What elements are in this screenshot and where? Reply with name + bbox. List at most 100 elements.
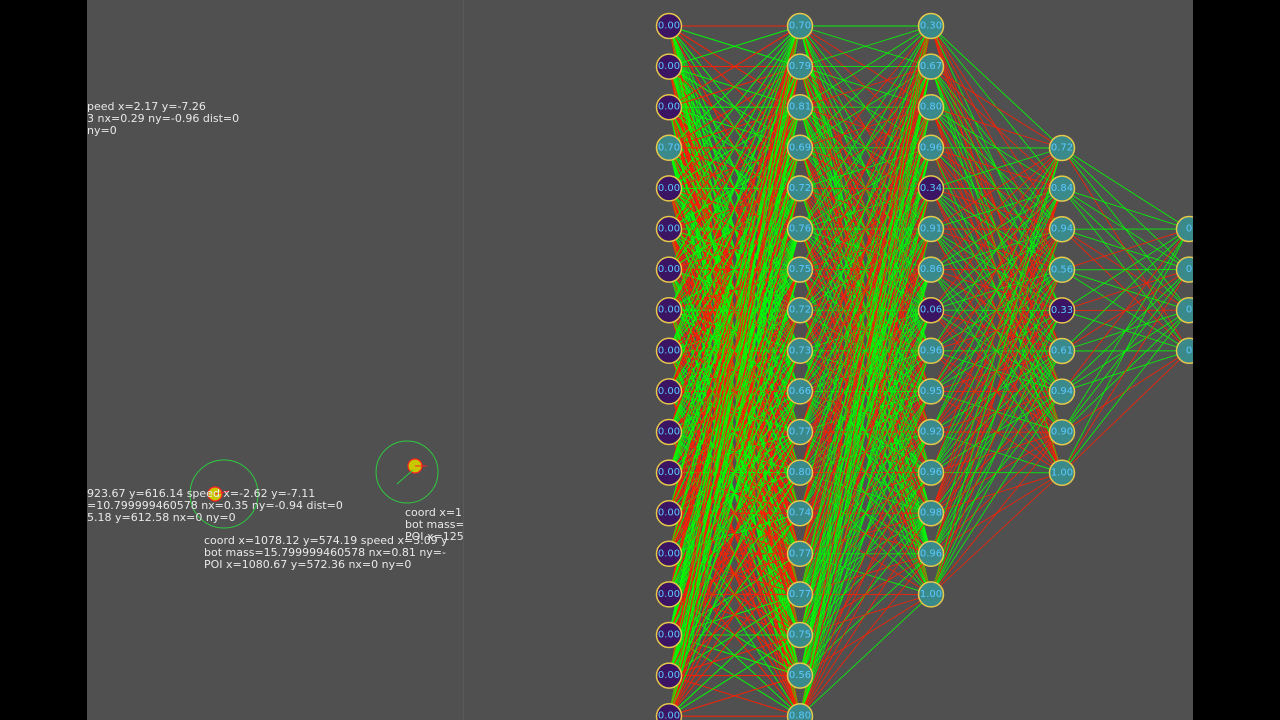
- neuron-value: 0.81: [789, 102, 811, 113]
- neuron-node: 1.00: [917, 581, 945, 608]
- neuron-value: 0.00: [658, 670, 680, 681]
- neuron-node: 0.70: [655, 134, 683, 162]
- neuron-node: 0.98: [917, 499, 945, 527]
- neuron-value: 0.86: [920, 264, 942, 275]
- neuron-value: 0: [1186, 264, 1192, 275]
- bot-info-line: ny=0: [87, 124, 117, 137]
- negative-weight-line: [930, 66, 1063, 149]
- bot-info-line: 923.67 y=616.14 speed x=-2.62 y=-7.11: [87, 487, 316, 500]
- neuron-node: 0.94: [1048, 378, 1076, 405]
- neuron-node: 0.00: [655, 499, 683, 527]
- neuron-node: 0.72: [786, 175, 814, 202]
- neuron-value: 0.00: [658, 711, 680, 720]
- neuron-value: 0.90: [1051, 427, 1073, 438]
- neuron-value: 0.96: [920, 467, 942, 478]
- neuron-value: 0.00: [658, 102, 680, 113]
- layer-hidden2: 0.30 0.67 0.80 0.96 0.34 0.91 0.86 0.06 0.96 0.95…: [917, 12, 945, 608]
- neuron-value: 0.00: [658, 305, 680, 316]
- neuron-node: 0: [1175, 296, 1193, 324]
- neuron-node: 1.00: [1048, 459, 1076, 487]
- weight-connections: [668, 25, 1190, 717]
- neuron-value: 0.79: [789, 61, 811, 72]
- neuron-node: 0.00: [655, 662, 683, 689]
- neuron-value: 1.00: [920, 589, 942, 600]
- neuron-value: 0.77: [789, 548, 811, 559]
- neuron-node: 0.66: [786, 378, 814, 405]
- negative-weight-line: [1061, 350, 1190, 474]
- neuron-value: 0.72: [789, 183, 811, 194]
- neuron-node: 0.96: [917, 134, 945, 162]
- neuron-node: 0.00: [655, 215, 683, 243]
- positive-weight-line: [1061, 228, 1190, 433]
- bot-info-line: 5.18 y=612.58 nx=0 ny=0: [87, 511, 236, 524]
- neuron-node: 0.76: [786, 215, 814, 243]
- bot-info-line: bot mass=: [405, 518, 463, 531]
- neuron-value: 0.80: [789, 467, 811, 478]
- bot-info-line: 3 nx=0.29 ny=-0.96 dist=0: [87, 112, 240, 125]
- neuron-node: 0.79: [786, 53, 814, 80]
- neuron-node: 0.33: [1048, 297, 1076, 324]
- neuron-node: 0.81: [786, 93, 814, 121]
- neuron-node: 0.00: [655, 540, 683, 568]
- neuron-value: 0.00: [658, 630, 680, 641]
- neuron-node: 0.75: [786, 621, 814, 649]
- neuron-node: 0.86: [917, 256, 945, 283]
- neuron-node: 0.90: [1048, 418, 1076, 446]
- neuron-value: 0.00: [658, 589, 680, 600]
- neuron-value: 0.70: [658, 142, 680, 153]
- positive-weight-line: [1061, 188, 1190, 230]
- neuron-value: 0.94: [1051, 386, 1073, 397]
- neuron-value: 0.94: [1051, 224, 1073, 235]
- neuron-node: 0.72: [1048, 134, 1076, 162]
- neuron-value: 0.00: [658, 386, 680, 397]
- neuron-node: 0.56: [1048, 256, 1076, 284]
- neuron-node: 0.00: [655, 53, 683, 80]
- neuron-node: 0.34: [917, 175, 945, 202]
- neuron-value: 0.80: [920, 102, 942, 113]
- neuron-node: 0.92: [917, 418, 945, 446]
- bot-info-line: =10.799999460578 nx=0.35 ny=-0.94 dist=0: [87, 499, 343, 512]
- neuron-value: 0.69: [789, 142, 811, 153]
- neuron-node: 0: [1175, 215, 1193, 243]
- neuron-node: 0.56: [786, 662, 814, 689]
- neuron-value: 0.76: [789, 224, 811, 235]
- neuron-value: 0.00: [658, 427, 680, 438]
- neuron-node: 0.00: [655, 256, 683, 283]
- neuron-value: 0.33: [1051, 305, 1073, 316]
- neuron-value: 0.00: [658, 508, 680, 519]
- neuron-value: 0.72: [789, 305, 811, 316]
- neuron-value: 0.74: [789, 508, 811, 519]
- neuron-value: 0.70: [789, 21, 811, 32]
- neuron-value: 0.66: [789, 386, 811, 397]
- negative-weight-line: [1061, 269, 1190, 474]
- neuron-value: 0.98: [920, 508, 942, 519]
- neuron-value: 0.00: [658, 264, 680, 275]
- positive-weight-line: [1061, 309, 1190, 474]
- positive-weight-line: [930, 310, 1063, 595]
- neuron-value: 0.96: [920, 142, 942, 153]
- neuron-value: 0.72: [1051, 143, 1073, 154]
- neuron-node: 0.96: [917, 540, 945, 568]
- neuron-value: 0.00: [658, 345, 680, 356]
- bot-info-line: bot mass=15.799999460578 nx=0.81 ny=-: [204, 546, 446, 559]
- neuron-node: 0.75: [786, 256, 814, 283]
- neuron-node: 0.70: [786, 12, 814, 40]
- neuron-node: 0.73: [786, 337, 814, 365]
- bot-sensor-ring: [375, 440, 439, 504]
- neuron-value: 0.92: [920, 427, 942, 438]
- neuron-value: 0.00: [658, 183, 680, 194]
- neuron-node: 0.80: [786, 459, 814, 486]
- neuron-value: 0.61: [1051, 346, 1073, 357]
- bot-info-line: peed x=2.17 y=-7.26: [87, 100, 206, 113]
- neuron-node: 0.00: [655, 175, 683, 202]
- neuron-value: 0.00: [658, 548, 680, 559]
- neuron-node: 0.95: [917, 378, 945, 405]
- neuron-node: 0.00: [655, 418, 683, 446]
- neuron-node: 0.96: [917, 337, 945, 365]
- negative-weight-line: [930, 147, 1063, 514]
- neuron-value: 0.96: [920, 548, 942, 559]
- neuron-value: 0.56: [789, 670, 811, 681]
- neuron-node: 0.00: [655, 93, 683, 121]
- neuron-node: 0.91: [917, 215, 945, 243]
- neuron-node: 0.00: [655, 12, 683, 40]
